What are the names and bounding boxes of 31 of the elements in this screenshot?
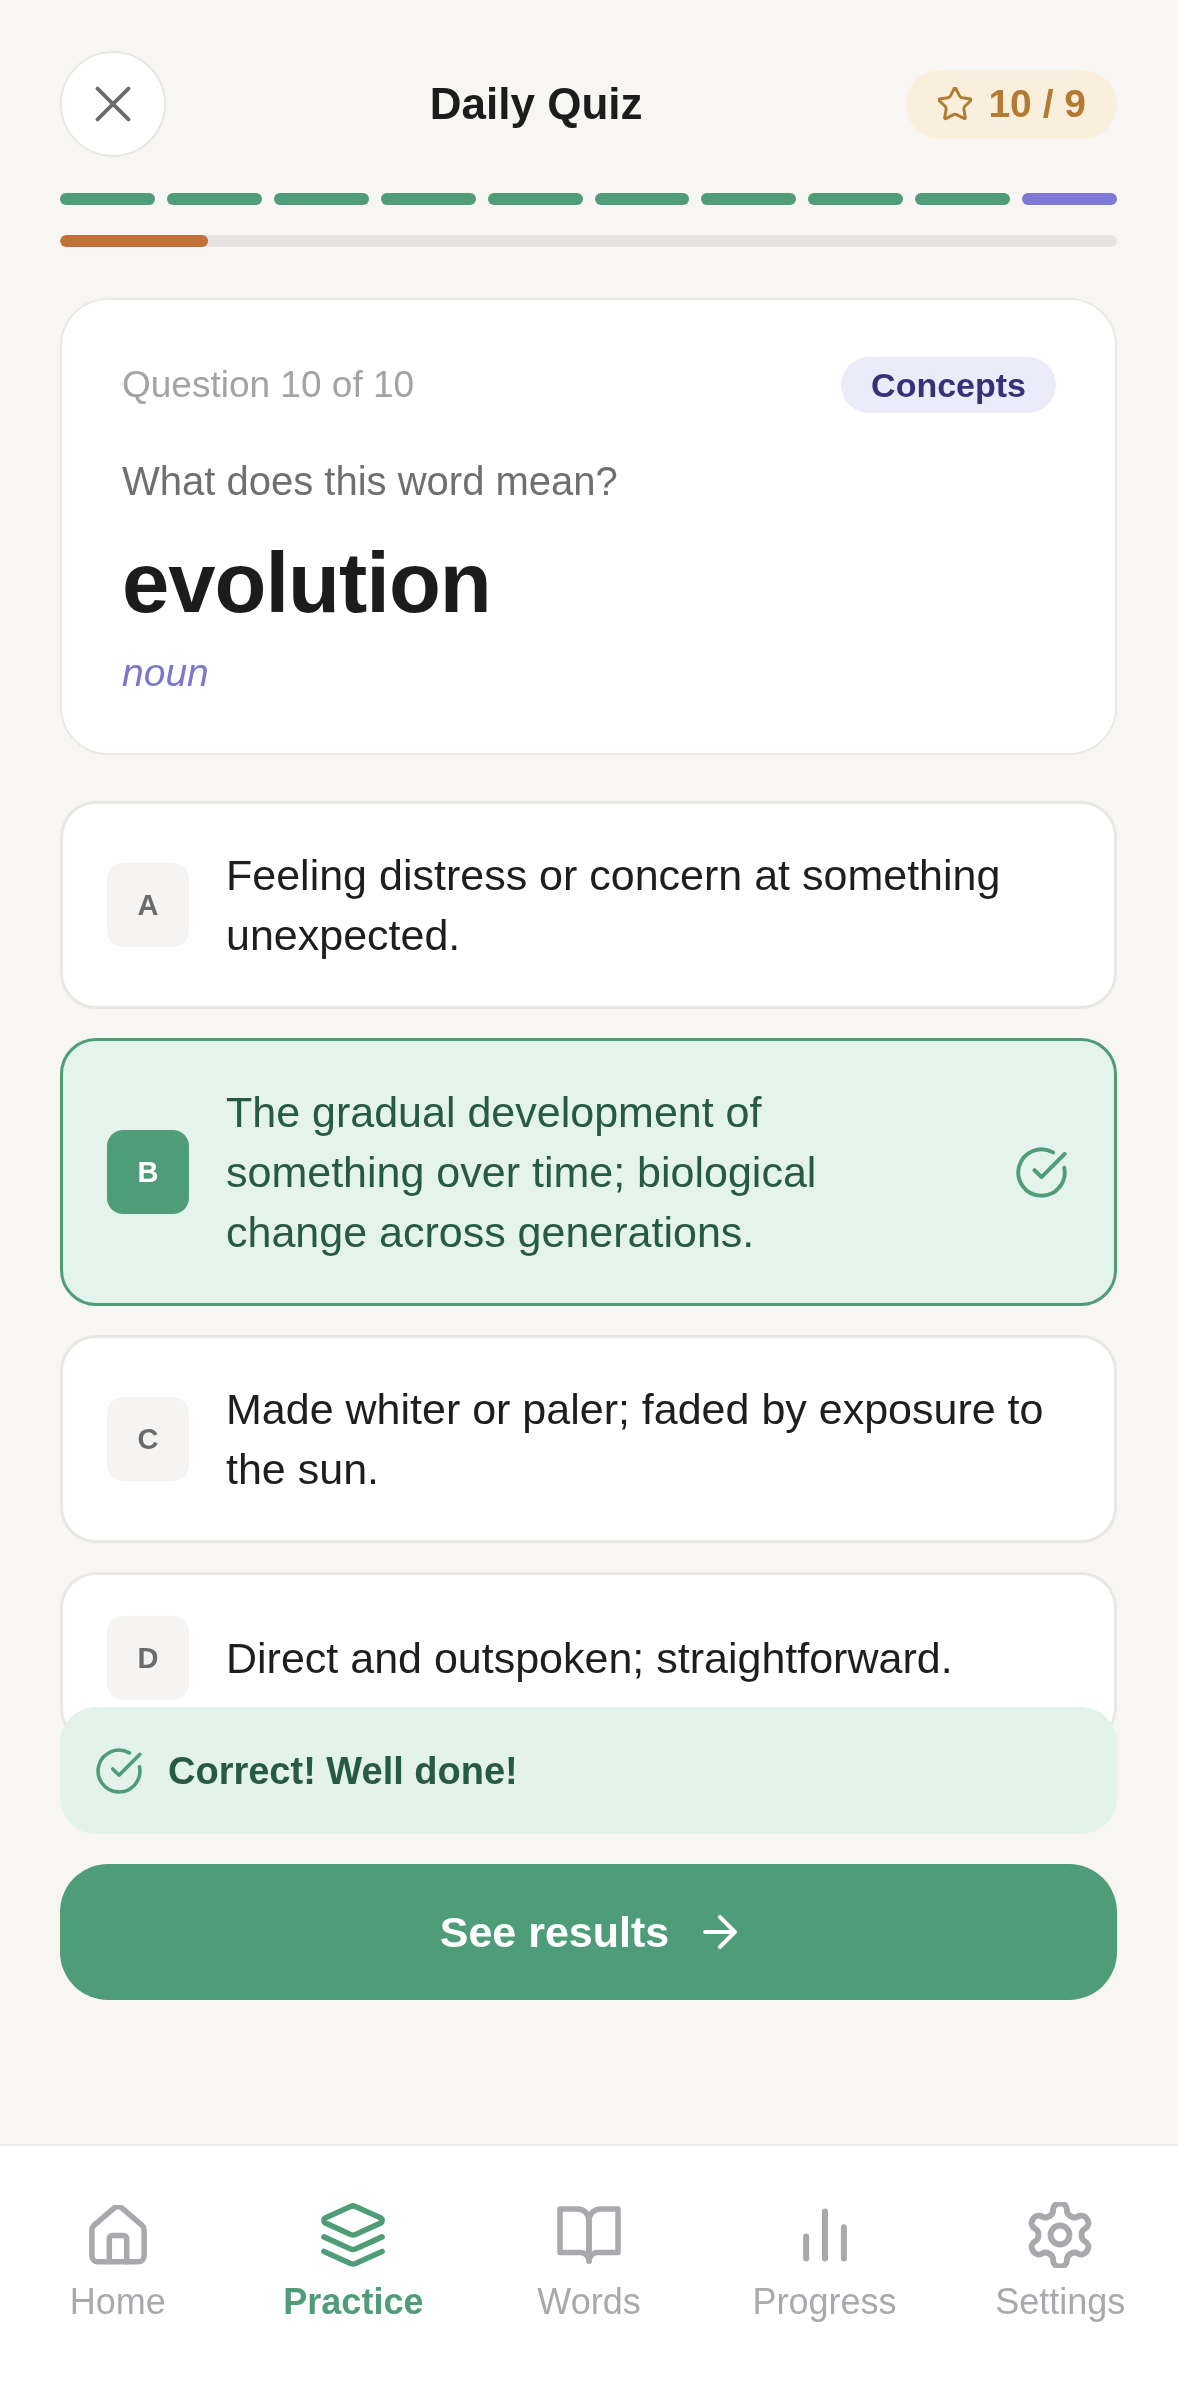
letter-tile: C <box>107 1397 189 1481</box>
layers-icon <box>321 2203 386 2267</box>
nav-tab[interactable]: Practice <box>283 2201 424 2323</box>
nav-tab[interactable]: Home <box>69 2201 166 2323</box>
part-of-speech: noun <box>122 650 209 696</box>
question-prompt: What does this word mean? <box>122 458 618 505</box>
letter-tile: D <box>107 1616 189 1700</box>
star-icon <box>938 87 973 121</box>
screen-title: Daily Quiz <box>429 78 643 130</box>
feedback-message: Correct! Well done! <box>168 1748 518 1794</box>
results-button[interactable]: See results <box>60 1864 1117 2000</box>
check-circle-icon <box>1016 1146 1067 1198</box>
answer-option[interactable]: A Feeling distress or concern at something unexpected. <box>60 801 1117 1009</box>
check-circle-icon <box>96 1747 142 1794</box>
settings-icon <box>1027 2202 1094 2268</box>
letter-tile: A <box>107 863 189 947</box>
score-value: 10 / 9 <box>988 81 1086 127</box>
nav-tab[interactable]: Progress <box>752 2201 897 2323</box>
question-counter: Question 10 of 10 <box>122 363 415 407</box>
book-icon <box>557 2206 621 2264</box>
nav-tab[interactable]: Settings <box>995 2201 1126 2323</box>
answer-option[interactable]: C Made whiter or paler; faded by exposure to the sun. <box>60 1335 1117 1543</box>
arrow-right-icon <box>703 1915 738 1949</box>
letter-tile: B <box>107 1130 189 1214</box>
answer-option[interactable]: B The gradual development of something over time; biological change across generations. <box>60 1038 1117 1306</box>
close-icon <box>95 86 131 122</box>
nav-tab[interactable]: Words <box>537 2201 641 2323</box>
home-icon <box>88 2205 147 2265</box>
bar-chart-icon <box>802 2208 847 2262</box>
quiz-word: evolution <box>122 534 491 632</box>
category-tag: Concepts <box>841 357 1056 413</box>
